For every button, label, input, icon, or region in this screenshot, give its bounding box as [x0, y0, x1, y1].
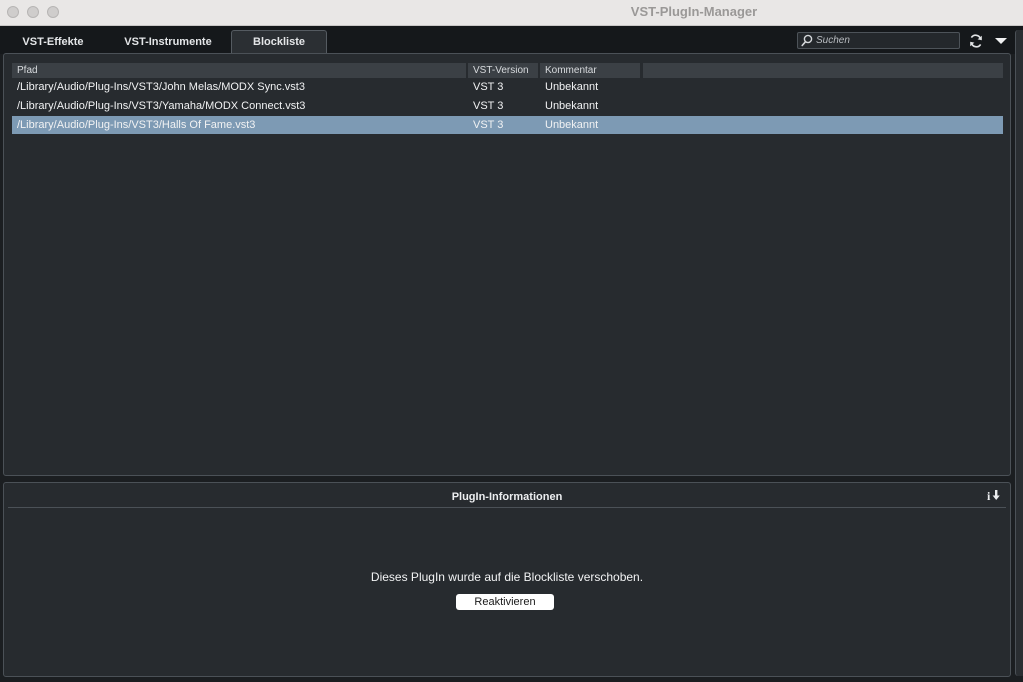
- version-cell: VST 3: [473, 100, 504, 112]
- tab-blocklist[interactable]: Blockliste: [231, 30, 327, 55]
- title-bar: VST-PlugIn-Manager: [0, 0, 1023, 26]
- right-edge-panel: [1015, 30, 1023, 676]
- search-field[interactable]: [797, 32, 960, 49]
- path-cell: /Library/Audio/Plug-Ins/VST3/Halls Of Fa…: [17, 119, 256, 131]
- column-header-empty[interactable]: [643, 63, 1003, 78]
- plugin-info-panel: PlugIn-Informationen i Dieses PlugIn wur…: [3, 482, 1011, 677]
- tab-vst-instruments[interactable]: VST-Instrumente: [112, 31, 224, 53]
- column-header-path[interactable]: Pfad: [12, 63, 466, 78]
- comment-cell: Unbekannt: [545, 100, 599, 112]
- info-panel-title: PlugIn-Informationen: [451, 491, 563, 503]
- path-cell: /Library/Audio/Plug-Ins/VST3/John Melas/…: [17, 81, 305, 93]
- table-row-selected[interactable]: /Library/Audio/Plug-Ins/VST3/Halls Of Fa…: [12, 116, 1003, 134]
- refresh-icon[interactable]: [967, 32, 985, 50]
- table-row[interactable]: /Library/Audio/Plug-Ins/VST3/John Melas/…: [12, 78, 1003, 96]
- blocklist-table-panel: Pfad VST-Version Kommentar /Library/Audi…: [3, 53, 1011, 476]
- search-icon: [801, 34, 813, 47]
- info-panel-divider: [8, 507, 1006, 508]
- info-export-icon[interactable]: i: [986, 489, 1002, 503]
- search-input[interactable]: [816, 33, 954, 48]
- comment-cell: Unbekannt: [545, 119, 599, 131]
- blocklist-message: Dieses PlugIn wurde auf die Blockliste v…: [370, 570, 644, 584]
- tab-vst-effects[interactable]: VST-Effekte: [12, 31, 94, 53]
- version-cell: VST 3: [473, 81, 504, 93]
- version-cell: VST 3: [473, 119, 504, 131]
- dropdown-arrow-icon[interactable]: [992, 32, 1010, 50]
- column-header-comment[interactable]: Kommentar: [540, 63, 640, 78]
- reactivate-button[interactable]: Reaktivieren: [456, 594, 554, 610]
- window-title: VST-PlugIn-Manager: [630, 4, 758, 19]
- column-header-vst-version[interactable]: VST-Version: [468, 63, 538, 78]
- path-cell: /Library/Audio/Plug-Ins/VST3/Yamaha/MODX…: [17, 100, 306, 112]
- table-row[interactable]: /Library/Audio/Plug-Ins/VST3/Yamaha/MODX…: [12, 97, 1003, 115]
- svg-text:i: i: [987, 489, 991, 503]
- comment-cell: Unbekannt: [545, 81, 599, 93]
